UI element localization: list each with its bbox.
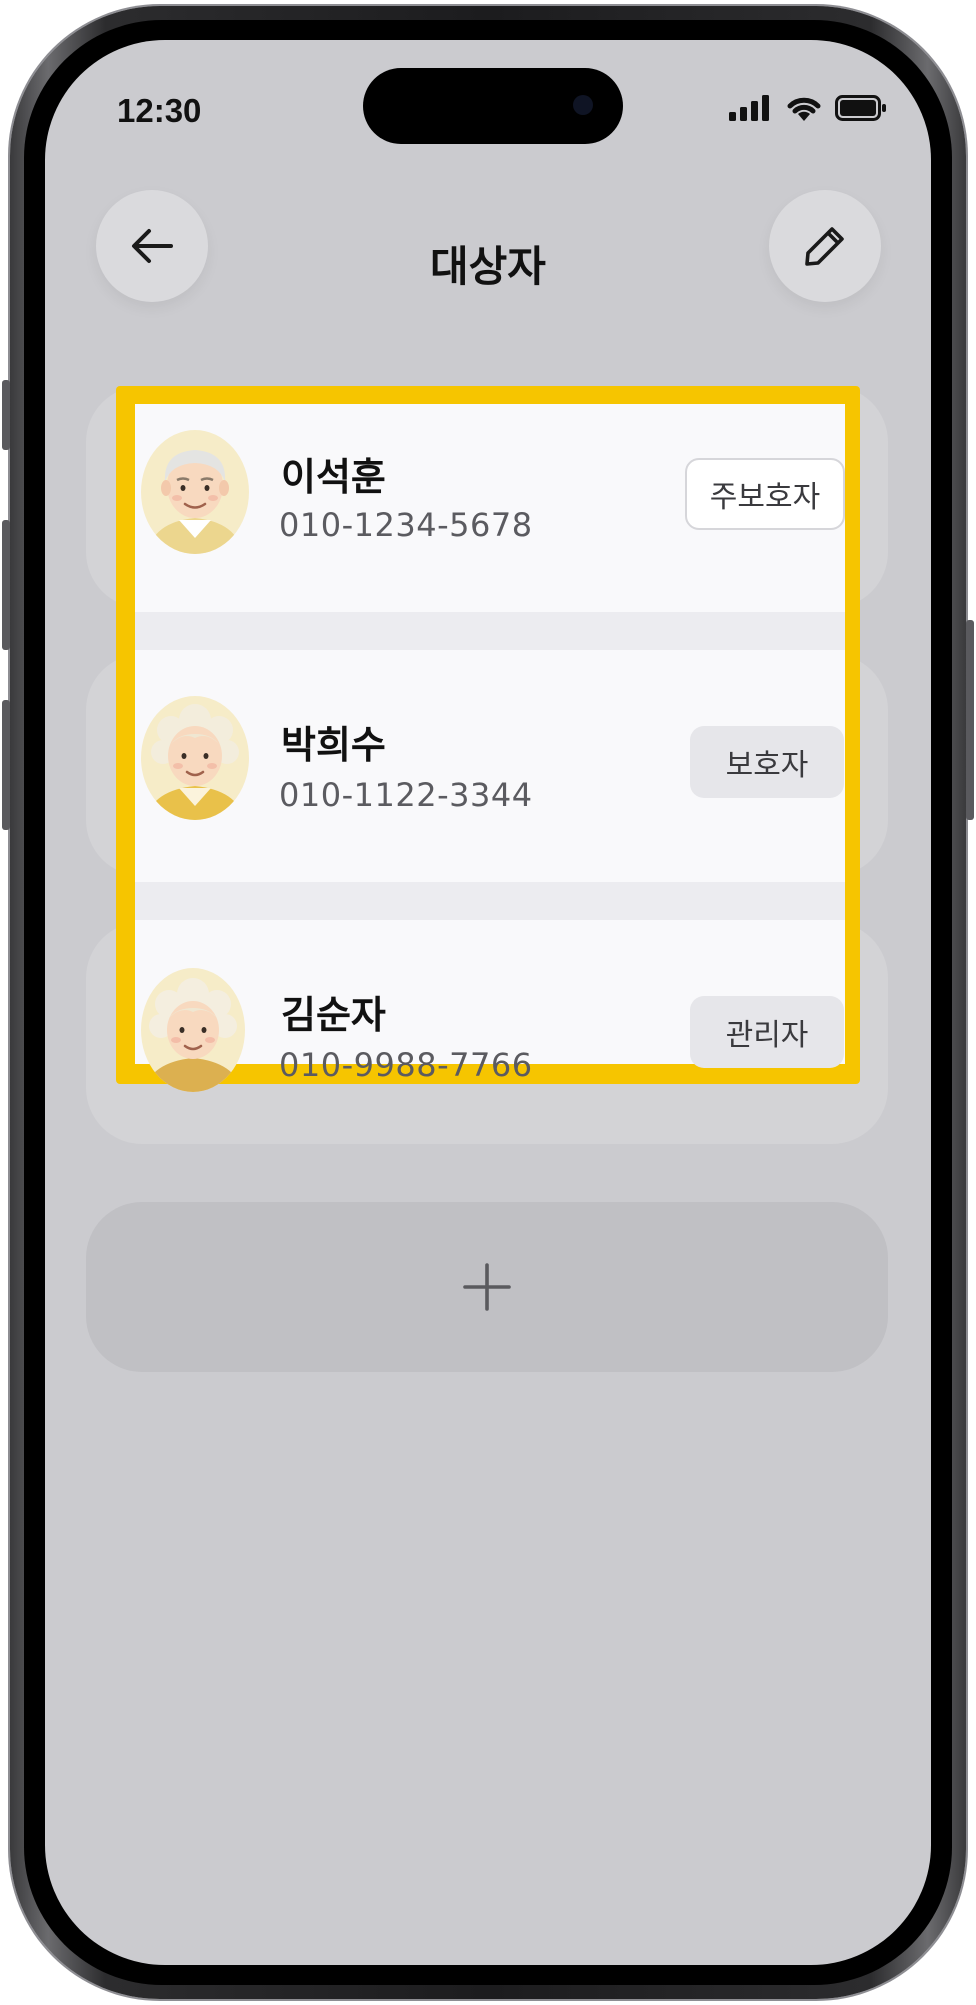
camera-icon xyxy=(573,95,593,115)
volume-up-button xyxy=(2,520,10,650)
battery-icon xyxy=(835,95,886,121)
plus-icon xyxy=(463,1263,511,1311)
elderly-woman-avatar xyxy=(137,696,251,820)
status-time: 12:30 xyxy=(117,92,202,129)
dynamic-island xyxy=(363,68,623,144)
role-badge[interactable]: 관리자 xyxy=(690,996,844,1068)
subject-name: 이석훈 xyxy=(281,455,386,499)
elderly-man-avatar xyxy=(135,430,249,554)
subject-phone: 010-1122-3344 xyxy=(279,776,533,814)
subject-phone: 010-1234-5678 xyxy=(279,506,533,544)
subject-name: 박희수 xyxy=(281,723,386,767)
subject-name: 김순자 xyxy=(281,993,386,1037)
action-button xyxy=(2,380,10,450)
row-divider xyxy=(135,612,845,650)
cellular-signal-icon xyxy=(729,95,769,121)
role-badge[interactable]: 보호자 xyxy=(690,726,844,798)
elderly-woman-avatar xyxy=(137,968,251,1092)
add-subject-button[interactable] xyxy=(86,1202,888,1372)
power-button xyxy=(966,620,974,820)
volume-down-button xyxy=(2,700,10,830)
status-icons xyxy=(729,94,887,122)
wifi-icon xyxy=(787,97,821,121)
edit-button[interactable] xyxy=(769,190,881,302)
row-divider xyxy=(135,882,845,920)
pencil-icon xyxy=(805,227,844,266)
subject-phone: 010-9988-7766 xyxy=(279,1046,533,1084)
role-badge[interactable]: 주보호자 xyxy=(685,458,845,530)
app-screen: 12:30 대상자 이석훈 010-1234-5678 주보호자 박희수 010… xyxy=(45,40,931,1965)
